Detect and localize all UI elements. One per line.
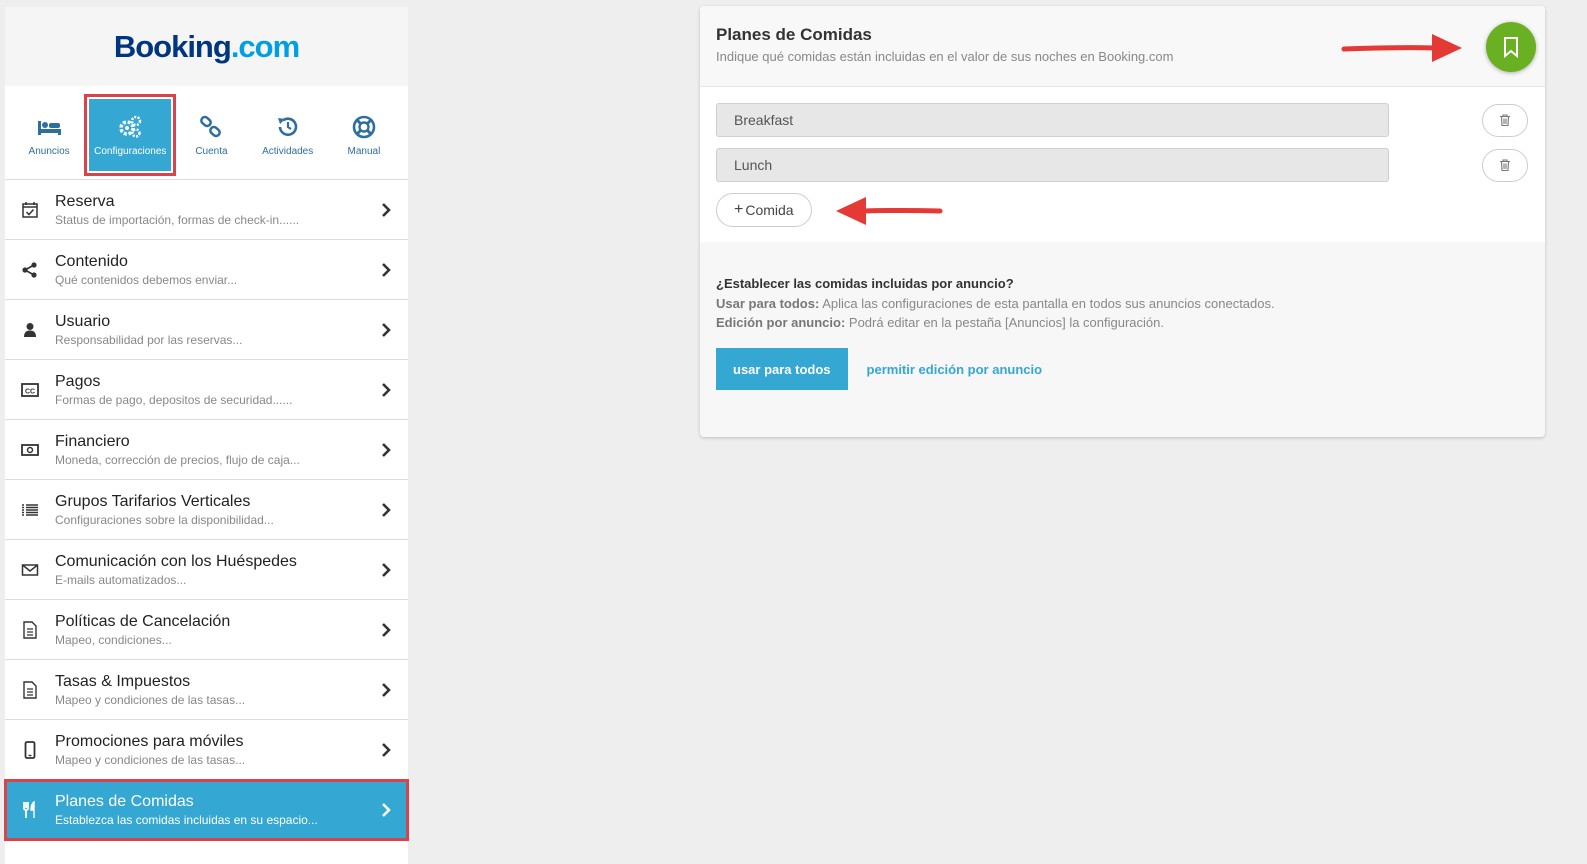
menu-item-grupos-tarifarios[interactable]: Grupos Tarifarios Verticales Configuracio…: [5, 480, 408, 540]
nav-anuncios[interactable]: Anuncios: [11, 99, 87, 171]
menu-item-usuario[interactable]: Usuario Responsabilidad por las reservas.…: [5, 300, 408, 360]
user-icon: [5, 321, 55, 339]
add-meal-button[interactable]: + Comida: [716, 193, 812, 227]
chevron-right-icon: [364, 682, 408, 697]
menu-item-subtitle: Responsabilidad por las reservas...: [55, 332, 243, 347]
nav-label: Anuncios: [28, 145, 70, 157]
share-icon: [5, 261, 55, 279]
menu-item-title: Usuario: [55, 312, 111, 330]
per-listing-question: ¿Establecer las comidas incluidas por an…: [716, 276, 1014, 291]
envelope-icon: [5, 561, 55, 579]
per-listing-description: Edición por anuncio: Podrá editar en la …: [716, 315, 1164, 330]
menu-item-title: Pagos: [55, 372, 101, 390]
menu-item-title: Grupos Tarifarios Verticales: [55, 492, 251, 510]
plus-icon: +: [734, 201, 744, 218]
chevron-right-icon: [364, 382, 408, 397]
nav-manual[interactable]: Manual: [326, 99, 402, 171]
menu-item-subtitle: Qué contenidos debemos enviar...: [55, 272, 238, 287]
top-navigation: Anuncios Configuraciones Cuenta Activida…: [5, 86, 408, 180]
chevron-right-icon: [364, 202, 408, 217]
menu-item-subtitle: Mapeo y condiciones de las tasas...: [55, 692, 246, 707]
menu-item-planes-comidas[interactable]: Planes de Comidas Establezca las comidas …: [4, 779, 409, 841]
meal-input-lunch[interactable]: [716, 148, 1389, 182]
nav-label: Manual: [347, 145, 381, 157]
chevron-right-icon: [364, 802, 408, 817]
menu-item-title: Políticas de Cancelación: [55, 612, 231, 630]
menu-item-comunicacion[interactable]: Comunicación con los Huéspedes E-mails au…: [5, 540, 408, 600]
menu-item-reserva[interactable]: Reserva Status de importación, formas de …: [5, 180, 408, 240]
menu-item-subtitle: Mapeo, condiciones...: [55, 632, 172, 647]
chevron-right-icon: [364, 322, 408, 337]
bookmark-icon: [1504, 37, 1518, 58]
meal-input-breakfast[interactable]: [716, 103, 1389, 137]
menu-item-tasas-impuestos[interactable]: Tasas & Impuestos Mapeo y condiciones de …: [5, 660, 408, 720]
annotation-arrow-left: [836, 197, 943, 225]
menu-item-subtitle: Establezca las comidas incluidas en su e…: [55, 812, 318, 827]
menu-item-promociones-moviles[interactable]: Promociones para móviles Mapeo y condicio…: [5, 720, 408, 780]
delete-meal-button[interactable]: [1482, 148, 1528, 182]
logo-area: Booking.com: [5, 7, 408, 86]
annotation-arrow-right: [1341, 34, 1462, 62]
menu-item-title: Promociones para móviles: [55, 732, 244, 750]
menu-item-politicas-cancelacion[interactable]: Políticas de Cancelación Mapeo, condicion…: [5, 600, 408, 660]
meal-plans-card: Planes de Comidas Indique qué comidas es…: [700, 6, 1545, 437]
meals-list: +Comida: [700, 87, 1545, 242]
sidebar: Booking.com Anuncios Configuraciones Cue…: [4, 7, 409, 864]
nav-actividades[interactable]: Actividades: [250, 99, 326, 171]
meal-row: [716, 148, 1529, 182]
per-listing-section: ¿Establecer las comidas incluidas por an…: [700, 242, 1545, 390]
chevron-right-icon: [364, 442, 408, 457]
menu-item-subtitle: Status de importación, formas de check-i…: [55, 212, 300, 227]
trash-icon: [1500, 159, 1510, 171]
per-listing-actions: usar para todos permitir edición por anu…: [716, 348, 1529, 390]
gears-icon: [119, 115, 142, 138]
nav-configuraciones[interactable]: Configuraciones: [84, 94, 177, 176]
link-icon: [200, 115, 222, 137]
document-icon: [5, 680, 55, 699]
chevron-right-icon: [364, 622, 408, 637]
menu-item-title: Tasas & Impuestos: [55, 672, 191, 690]
lifebuoy-icon: [352, 115, 376, 138]
bed-icon: [38, 120, 62, 135]
save-button[interactable]: [1486, 22, 1536, 72]
menu-item-subtitle: E-mails automatizados...: [55, 572, 187, 587]
use-for-all-button[interactable]: usar para todos: [716, 348, 848, 390]
nav-label: Cuenta: [195, 145, 228, 157]
use-all-description: Usar para todos: Aplica las configuracio…: [716, 296, 1275, 311]
menu-item-title: Planes de Comidas: [55, 792, 194, 810]
menu-item-subtitle: Moneda, corrección de precios, flujo de …: [55, 452, 300, 467]
menu-item-title: Reserva: [55, 192, 115, 210]
menu-item-subtitle: Formas de pago, depositos de securidad..…: [55, 392, 293, 407]
menu-item-title: Financiero: [55, 432, 130, 450]
menu-item-subtitle: Configuraciones sobre la disponibilidad.…: [55, 512, 274, 527]
menu-item-pagos[interactable]: CC Pagos Formas de pago, depositos de sec…: [5, 360, 408, 420]
booking-logo[interactable]: Booking.com: [114, 29, 300, 65]
money-icon: [5, 441, 55, 459]
meal-row: [716, 103, 1529, 137]
list-icon: [5, 501, 55, 519]
menu-item-contenido[interactable]: Contenido Qué contenidos debemos enviar..…: [5, 240, 408, 300]
allow-per-listing-link[interactable]: permitir edición por anuncio: [867, 362, 1043, 377]
history-icon: [277, 116, 297, 136]
menu-item-title: Contenido: [55, 252, 128, 270]
add-meal-label: Comida: [745, 202, 794, 218]
calendar-check-icon: [5, 201, 55, 219]
mobile-icon: [5, 740, 55, 759]
trash-icon: [1500, 114, 1510, 126]
nav-cuenta[interactable]: Cuenta: [173, 99, 249, 171]
chevron-right-icon: [364, 502, 408, 517]
nav-label: Actividades: [262, 145, 314, 157]
menu-item-title: Comunicación con los Huéspedes: [55, 552, 297, 570]
menu-item-financiero[interactable]: Financiero Moneda, corrección de precios,…: [5, 420, 408, 480]
svg-text:CC: CC: [25, 388, 35, 395]
menu-item-subtitle: Mapeo y condiciones de las tasas...: [55, 752, 246, 767]
cutlery-icon: [5, 800, 55, 819]
chevron-right-icon: [364, 562, 408, 577]
document-icon: [5, 620, 55, 639]
chevron-right-icon: [364, 262, 408, 277]
chevron-right-icon: [364, 742, 408, 757]
credit-card-icon: CC: [5, 381, 55, 399]
nav-label: Configuraciones: [94, 145, 167, 157]
delete-meal-button[interactable]: [1482, 103, 1528, 137]
